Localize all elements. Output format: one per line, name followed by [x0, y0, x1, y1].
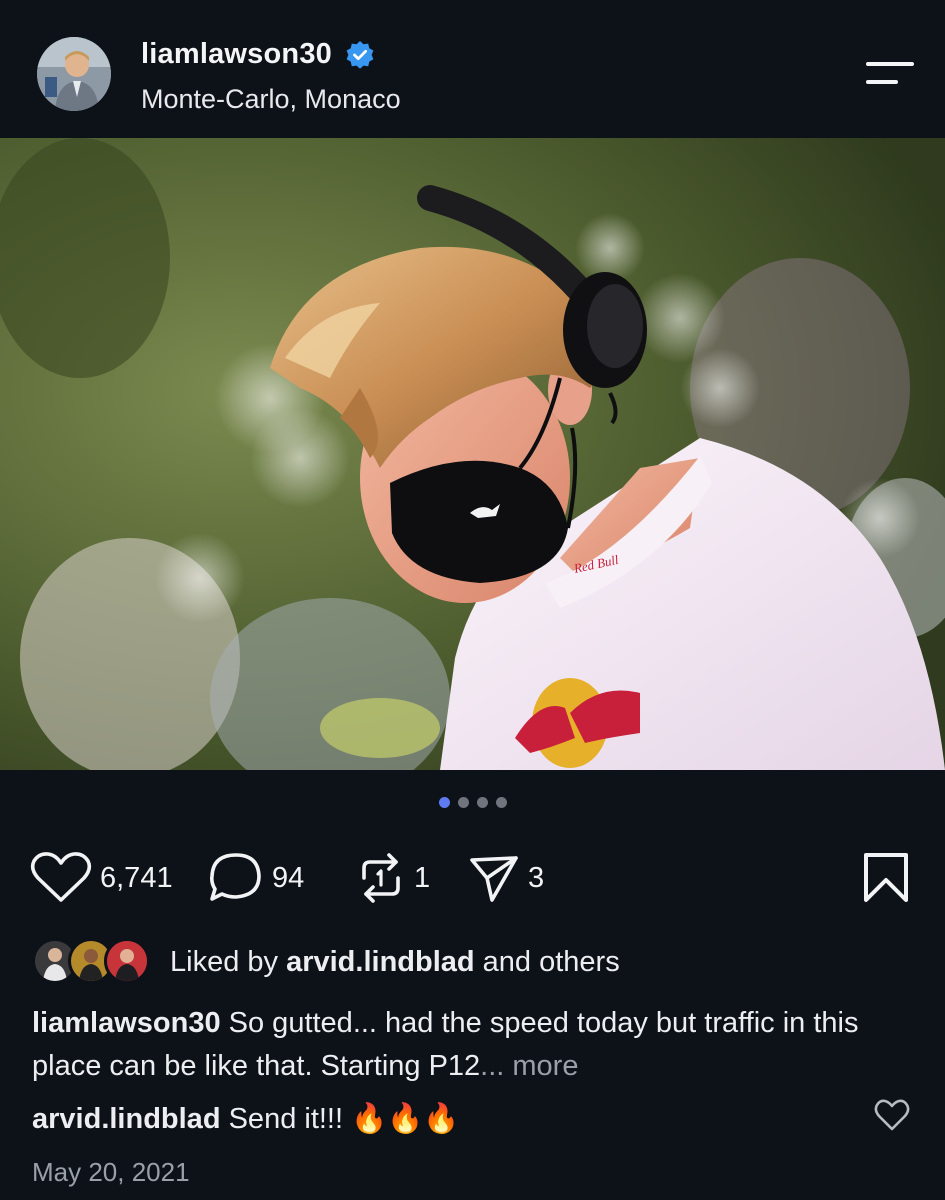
heart-icon [30, 852, 92, 902]
carousel-dot[interactable] [438, 797, 450, 808]
repost-button[interactable]: 1 [356, 848, 430, 908]
liked-by-user[interactable]: arvid.lindblad [286, 946, 475, 978]
carousel-dot[interactable] [495, 797, 507, 808]
verified-badge-icon [346, 40, 374, 69]
send-icon [470, 856, 518, 902]
post-date: May 20, 2021 [32, 1157, 190, 1187]
liked-by-suffix: and others [482, 945, 620, 978]
action-bar: 6,741 94 1 3 [30, 848, 920, 908]
comment-text: Send it!!! 🔥🔥🔥 [228, 1103, 460, 1135]
share-button[interactable]: 3 [468, 848, 544, 908]
post-caption: liamlawson30 So gutted... had the speed … [32, 1002, 912, 1088]
bookmark-icon [864, 853, 908, 902]
carousel-indicator [0, 797, 945, 808]
repost-count: 1 [414, 861, 431, 894]
profile-avatar[interactable] [37, 37, 111, 111]
post-header: liamlawson30 Monte-Carlo, Monaco [0, 0, 945, 138]
liker-avatars[interactable] [32, 938, 150, 986]
liked-by-row: Liked by arvid.lindblad and others [32, 936, 620, 988]
top-comment: arvid.lindblad Send it!!! 🔥🔥🔥 [32, 1096, 872, 1142]
liked-by-prefix: Liked by [170, 945, 279, 978]
caption-username[interactable]: liamlawson30 [32, 1007, 221, 1039]
post-location[interactable]: Monte-Carlo, Monaco [141, 84, 401, 115]
liked-by-text[interactable]: Liked by arvid.lindblad and others [170, 946, 620, 979]
username[interactable]: liamlawson30 [141, 38, 332, 71]
like-count: 6,741 [100, 861, 173, 894]
liker-avatar [104, 938, 150, 984]
comment-username[interactable]: arvid.lindblad [32, 1103, 221, 1135]
post-photo[interactable]: Red Bull [0, 138, 945, 770]
like-button[interactable]: 6,741 [30, 848, 173, 908]
repost-icon [362, 853, 400, 903]
comment-button[interactable]: 94 [208, 848, 304, 908]
share-count: 3 [528, 861, 545, 894]
comment-count: 94 [272, 861, 305, 894]
save-button[interactable] [862, 848, 910, 908]
menu-icon[interactable] [862, 56, 918, 92]
carousel-dot[interactable] [457, 797, 469, 808]
carousel-dot[interactable] [476, 797, 488, 808]
comment-like-button[interactable] [874, 1098, 910, 1134]
caption-more-link[interactable]: ... more [480, 1050, 578, 1082]
heart-icon [874, 1099, 910, 1131]
comment-icon [210, 853, 261, 901]
